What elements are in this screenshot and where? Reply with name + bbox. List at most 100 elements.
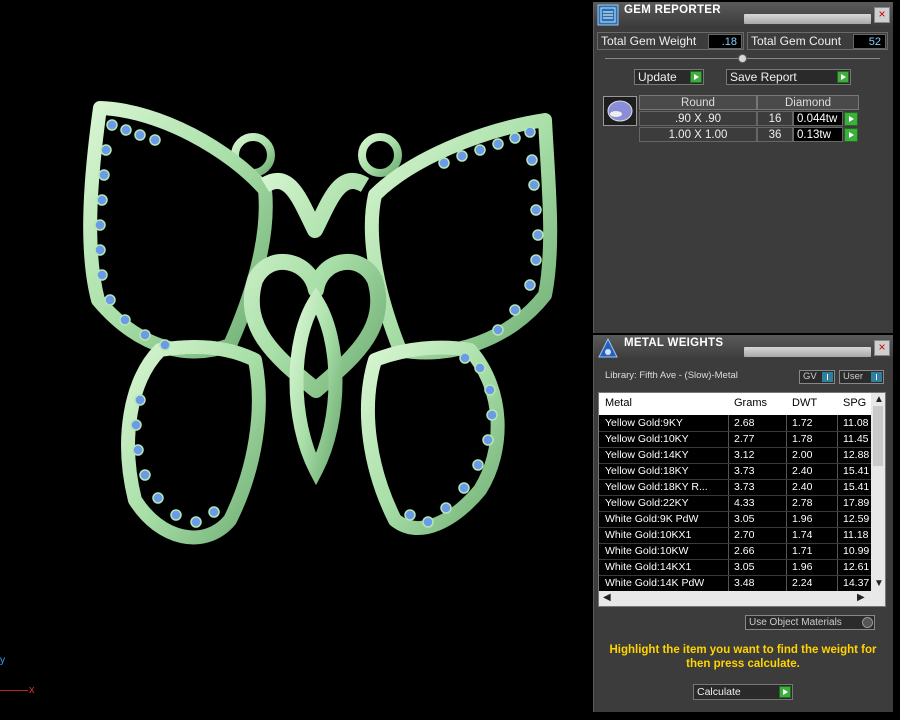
metal-spg: 12.61: [843, 561, 870, 573]
metal-grams: 2.77: [734, 433, 755, 445]
metal-name: White Gold:14K PdW: [605, 577, 705, 589]
gem-row-size[interactable]: .90 X .90: [639, 111, 757, 126]
scroll-down-icon[interactable]: ▼: [874, 579, 884, 589]
instruction-text: Highlight the item you want to find the …: [609, 644, 877, 670]
metal-weights-titlebar[interactable]: METAL WEIGHTS ×: [594, 335, 893, 361]
update-button[interactable]: Update: [634, 69, 704, 85]
gem-reporter-close-button[interactable]: ×: [874, 7, 890, 23]
use-object-materials-toggle[interactable]: Use Object Materials: [745, 615, 875, 630]
metal-weights-title: METAL WEIGHTS: [624, 337, 724, 349]
calculate-button-label: Calculate: [697, 686, 741, 698]
splitter-handle[interactable]: [738, 54, 747, 63]
gem-header-stone: Diamond: [757, 95, 859, 110]
table-row[interactable]: Yellow Gold:18KY R... 3.73 2.40 15.41: [599, 479, 871, 496]
metal-dwt: 1.74: [792, 529, 813, 541]
metal-spg: 17.89: [843, 497, 870, 509]
metal-spg: 11.18: [843, 529, 869, 541]
titlebar-grip: [744, 347, 871, 357]
toggle-switch-icon: [871, 372, 882, 382]
gv-toggle[interactable]: GV: [799, 370, 835, 384]
right-bail: [358, 133, 402, 177]
gem-reporter-icon: [597, 4, 619, 26]
metal-weights-close-button[interactable]: ×: [874, 340, 890, 356]
metal-grams: 3.05: [734, 561, 755, 573]
save-report-button[interactable]: Save Report: [726, 69, 851, 85]
metal-dwt: 1.71: [792, 545, 813, 557]
total-gem-count-value: 52: [853, 34, 886, 49]
play-icon: [779, 686, 791, 698]
metal-name: Yellow Gold:10KY: [605, 433, 689, 445]
col-dwt[interactable]: DWT: [792, 397, 817, 409]
right-lower-wing: [360, 340, 505, 536]
metal-dwt: 2.78: [792, 497, 813, 509]
scroll-thumb[interactable]: [873, 406, 883, 466]
metal-dwt: 1.96: [792, 561, 813, 573]
metal-name: Yellow Gold:14KY: [605, 449, 689, 461]
table-row[interactable]: White Gold:14KX1 3.05 1.96 12.61: [599, 559, 871, 576]
metal-dwt: 1.96: [792, 513, 813, 525]
metal-grams: 2.68: [734, 417, 755, 429]
metal-spg: 12.88: [843, 449, 870, 461]
metal-dwt: 2.40: [792, 481, 813, 493]
vertical-scrollbar[interactable]: ▲ ▼: [871, 393, 885, 591]
table-row[interactable]: White Gold:10KX1 2.70 1.74 11.18: [599, 527, 871, 544]
col-spg[interactable]: SPG: [843, 397, 866, 409]
metal-name: White Gold:10KX1: [605, 529, 692, 541]
3d-viewport[interactable]: y x: [0, 0, 592, 720]
scroll-up-icon[interactable]: ▲: [874, 395, 884, 405]
gem-reporter-title: GEM REPORTER: [624, 4, 721, 16]
col-grams[interactable]: Grams: [734, 397, 767, 409]
total-gem-weight-value: .18: [708, 34, 742, 49]
gem-row-select-button[interactable]: [844, 128, 858, 142]
scroll-right-icon[interactable]: ▶: [857, 593, 865, 603]
metal-dwt: 2.40: [792, 465, 813, 477]
metal-spg: 15.41: [843, 465, 870, 477]
gem-reporter-panel: GEM REPORTER ×: [593, 2, 893, 333]
calculate-button[interactable]: Calculate: [693, 684, 793, 700]
table-row[interactable]: White Gold:14K PdW 3.48 2.24 14.37: [599, 575, 871, 592]
table-row[interactable]: White Gold:10KW 2.66 1.71 10.99: [599, 543, 871, 560]
butterfly-pendant[interactable]: [0, 0, 592, 720]
gem-row-size[interactable]: 1.00 X 1.00: [639, 127, 757, 142]
user-toggle-label: User: [843, 371, 864, 382]
gem-reporter-titlebar[interactable]: GEM REPORTER ×: [594, 2, 893, 28]
toggle-switch-icon: [822, 372, 833, 382]
gem-row-tw: 0.044tw: [793, 111, 843, 126]
gv-toggle-label: GV: [803, 371, 817, 382]
metal-spg: 11.45: [843, 433, 869, 445]
metal-grams: 3.05: [734, 513, 755, 525]
update-button-label: Update: [638, 70, 677, 84]
scroll-left-icon[interactable]: ◀: [603, 593, 611, 603]
table-row[interactable]: Yellow Gold:22KY 4.33 2.78 17.89: [599, 495, 871, 512]
total-gem-weight-label: Total Gem Weight: [601, 34, 697, 48]
metal-grams: 3.73: [734, 481, 755, 493]
titlebar-grip: [744, 14, 871, 24]
gem-thumbnail[interactable]: [603, 96, 637, 126]
metal-grams: 2.70: [734, 529, 755, 541]
table-row[interactable]: Yellow Gold:14KY 3.12 2.00 12.88: [599, 447, 871, 464]
metal-name: White Gold:9K PdW: [605, 513, 699, 525]
table-row[interactable]: Yellow Gold:10KY 2.77 1.78 11.45: [599, 431, 871, 448]
metal-dwt: 2.00: [792, 449, 813, 461]
metal-grams: 4.33: [734, 497, 755, 509]
radio-icon: [862, 617, 873, 628]
axis-x-line: [0, 690, 28, 691]
table-row[interactable]: Yellow Gold:18KY 3.73 2.40 15.41: [599, 463, 871, 480]
metal-name: White Gold:14KX1: [605, 561, 692, 573]
use-object-materials-label: Use Object Materials: [749, 617, 842, 628]
play-icon: [837, 71, 849, 83]
metal-weights-table[interactable]: Metal Grams DWT SPG Yellow Gold:9KY 2.68…: [598, 392, 886, 607]
gem-row-tw: 0.13tw: [793, 127, 843, 142]
gem-row-count: 16: [757, 111, 793, 126]
table-row[interactable]: White Gold:9K PdW 3.05 1.96 12.59: [599, 511, 871, 528]
metal-dwt: 1.78: [792, 433, 813, 445]
horizontal-scrollbar[interactable]: ◀ ▶: [599, 591, 885, 606]
metal-spg: 11.08: [843, 417, 869, 429]
user-toggle[interactable]: User: [839, 370, 884, 384]
metal-name: Yellow Gold:9KY: [605, 417, 683, 429]
col-metal[interactable]: Metal: [605, 397, 632, 409]
gem-header-shape: Round: [639, 95, 757, 110]
gem-row-select-button[interactable]: [844, 112, 858, 126]
table-row[interactable]: Yellow Gold:9KY 2.68 1.72 11.08: [599, 415, 871, 432]
axis-y-label: y: [0, 655, 5, 666]
